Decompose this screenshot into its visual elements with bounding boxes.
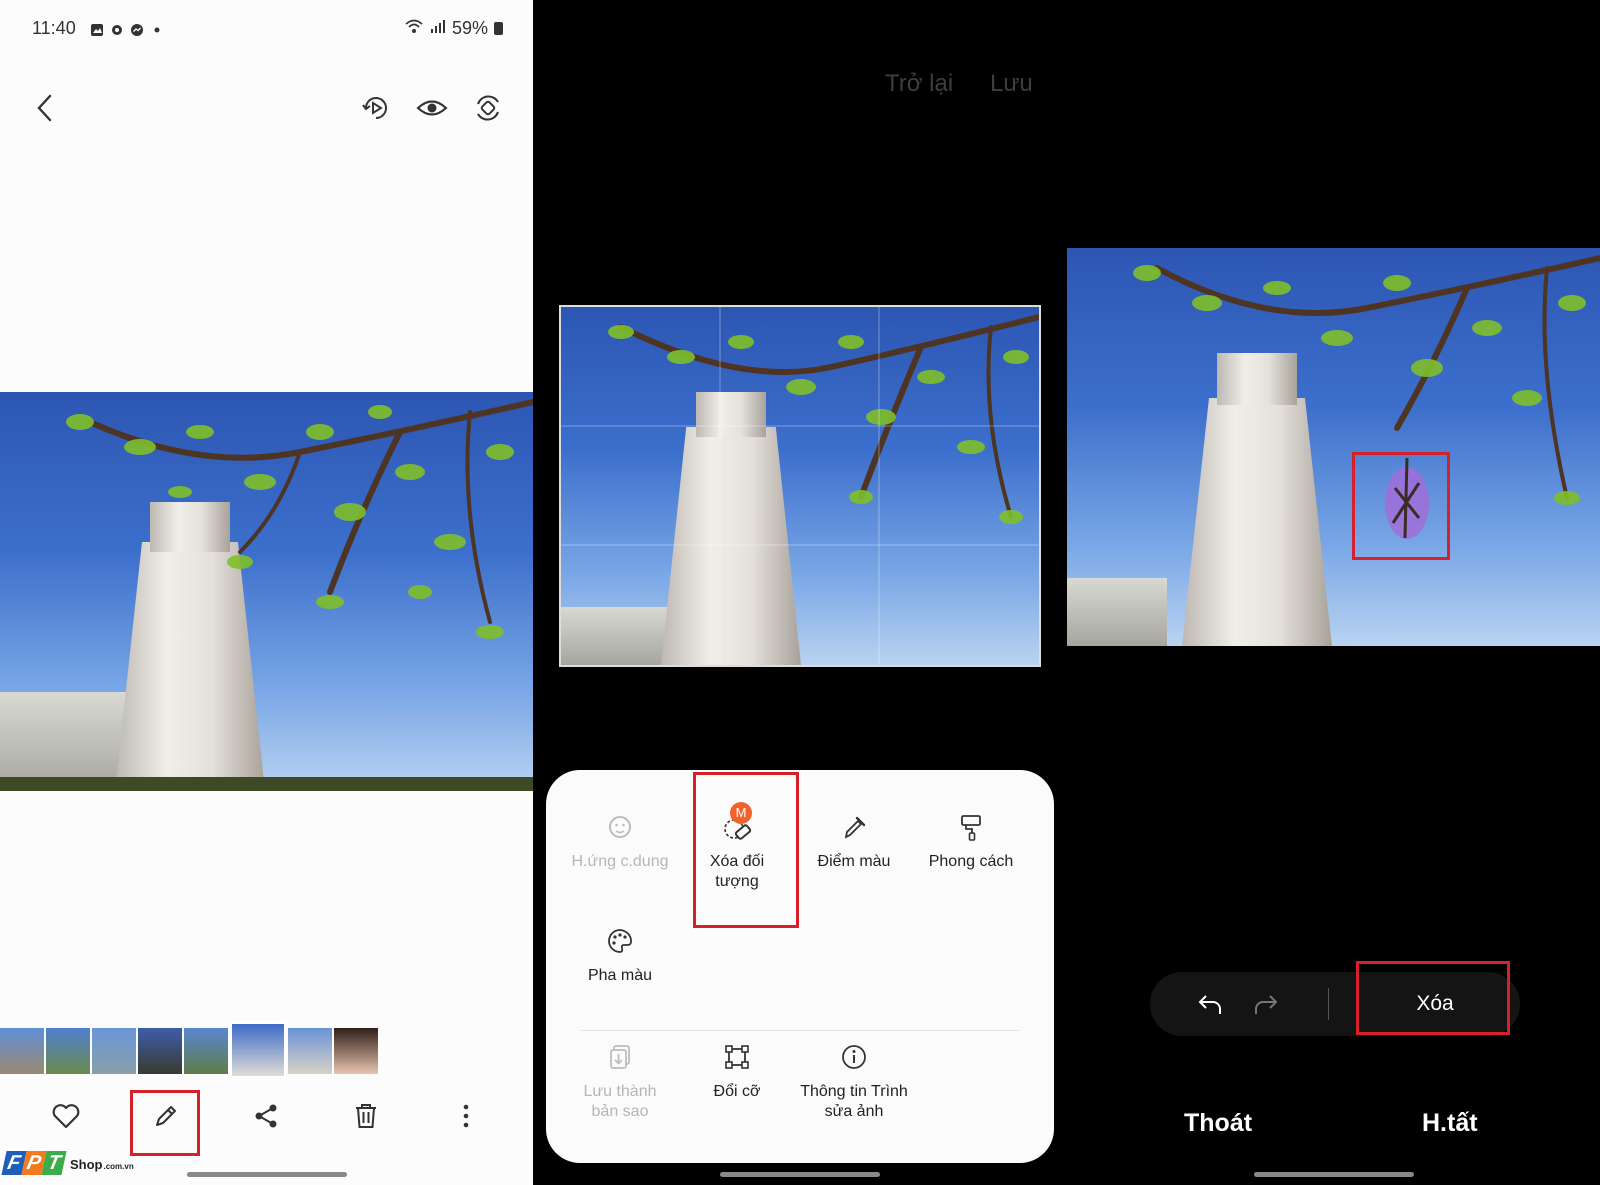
delete-button[interactable]	[348, 1098, 384, 1134]
heart-icon	[52, 1104, 80, 1129]
info-icon	[842, 1045, 866, 1069]
redo-button[interactable]	[1250, 988, 1282, 1025]
portrait-effect-tool[interactable]: H.ứng c.dung	[561, 812, 679, 872]
favorite-button[interactable]	[48, 1098, 84, 1134]
style-label: Phong cách	[928, 853, 1014, 870]
object-eraser-highlight	[693, 772, 799, 928]
thumbnail[interactable]	[288, 1028, 332, 1074]
crop-preview-photo[interactable]	[559, 305, 1041, 667]
battery-icon	[494, 22, 503, 35]
remaster-icon	[362, 97, 387, 119]
status-bar: 11:40 59%	[32, 18, 503, 42]
resize-tool[interactable]: Đổi cỡ	[678, 1042, 796, 1102]
more-tools-sheet: H.ứng c.dung M Xóa đối tượng Điểm màu Ph…	[546, 770, 1054, 1163]
crop-grid	[561, 307, 1039, 665]
paint-roller-icon	[961, 815, 981, 841]
trash-icon	[356, 1104, 376, 1128]
fpt-logo-t: T	[41, 1151, 67, 1175]
style-tool[interactable]: Phong cách	[912, 812, 1030, 872]
battery-percent: 59%	[451, 18, 488, 38]
auto-rotate-button[interactable]	[472, 92, 504, 124]
home-indicator	[1254, 1172, 1414, 1177]
exit-button[interactable]: Thoát	[1184, 1109, 1252, 1138]
done-button[interactable]: H.tất	[1422, 1109, 1478, 1138]
thumbnail[interactable]	[0, 1028, 44, 1074]
eraser-photo-branches	[1133, 255, 1600, 539]
face-icon	[609, 816, 631, 838]
thumbnail[interactable]	[184, 1028, 228, 1074]
tools-divider	[581, 1030, 1019, 1031]
main-photo[interactable]	[0, 392, 533, 791]
save-as-copy-tool[interactable]: Lưu thành bản sao	[561, 1042, 679, 1122]
gallery-bottom-bar	[0, 1098, 533, 1148]
crop-photo-sky	[561, 307, 1039, 665]
settings-notification-icon	[110, 21, 124, 35]
resize-icon	[725, 1045, 749, 1069]
save-copy-icon	[610, 1045, 630, 1069]
more-vertical-icon	[463, 1104, 469, 1128]
palette-icon	[608, 929, 632, 953]
color-mix-tool[interactable]: Pha màu	[561, 926, 679, 986]
redo-icon	[1255, 995, 1278, 1014]
editor-back-button[interactable]: Trở lại	[885, 70, 953, 98]
editor-tools-panel: Trở lại Lưu H.ứng c.dung M Xóa đối tượng…	[533, 0, 1067, 1185]
thumbnail-selected[interactable]	[230, 1022, 286, 1078]
erase-button-highlight	[1356, 961, 1510, 1035]
fpt-domain-label: .com.vn	[103, 1162, 134, 1171]
color-point-tool[interactable]: Điểm màu	[795, 812, 913, 872]
home-indicator	[187, 1172, 347, 1177]
more-notifications-dot-icon	[150, 21, 164, 35]
edit-button-highlight	[130, 1090, 200, 1156]
back-button[interactable]	[30, 92, 62, 124]
crop-photo-branches	[561, 307, 1039, 665]
remaster-button[interactable]	[360, 92, 392, 124]
object-eraser-panel: Xóa Thoát H.tất	[1067, 0, 1600, 1185]
wifi-icon	[404, 18, 424, 39]
thumbnail[interactable]	[92, 1028, 136, 1074]
eraser-photo-sky	[1067, 248, 1600, 646]
undo-button[interactable]	[1194, 988, 1226, 1025]
signal-icon	[430, 18, 446, 39]
resize-label: Đổi cỡ	[713, 1083, 761, 1100]
eye-icon	[416, 100, 448, 116]
editor-save-button[interactable]: Lưu	[990, 70, 1033, 98]
undo-icon	[1198, 995, 1221, 1014]
gallery-notification-icon	[90, 21, 104, 36]
editor-info-tool[interactable]: Thông tin Trình sửa ảnh	[795, 1042, 913, 1122]
gallery-viewer-panel: 11:40 59% F P T Shop.com.vn	[0, 0, 533, 1185]
share-button[interactable]	[248, 1098, 284, 1134]
thumbnail[interactable]	[138, 1028, 182, 1074]
thumbnail[interactable]	[46, 1028, 90, 1074]
share-icon	[255, 1104, 277, 1128]
thumbnail-strip	[0, 1022, 378, 1078]
eraser-photo[interactable]	[1067, 248, 1600, 646]
photo-branches	[66, 399, 533, 639]
save-as-copy-label: Lưu thành bản sao	[583, 1083, 657, 1120]
status-time: 11:40	[32, 18, 76, 38]
selected-object-highlight	[1352, 452, 1450, 560]
more-options-button[interactable]	[448, 1098, 484, 1134]
rotate-icon	[477, 95, 499, 121]
photo-sky	[0, 392, 533, 791]
portrait-effect-label: H.ứng c.dung	[571, 853, 669, 870]
eyedropper-icon	[844, 816, 866, 839]
messenger-notification-icon	[130, 21, 144, 36]
editor-info-label: Thông tin Trình sửa ảnh	[800, 1083, 908, 1120]
control-divider	[1328, 988, 1329, 1020]
view-button[interactable]	[416, 92, 448, 124]
color-point-label: Điểm màu	[817, 853, 891, 870]
fpt-shop-watermark: F P T Shop.com.vn	[1, 1148, 134, 1176]
thumbnail[interactable]	[334, 1028, 378, 1074]
chevron-left-icon	[37, 94, 52, 122]
home-indicator	[720, 1172, 880, 1177]
fpt-shop-label: Shop	[70, 1157, 103, 1172]
color-mix-label: Pha màu	[587, 967, 653, 984]
